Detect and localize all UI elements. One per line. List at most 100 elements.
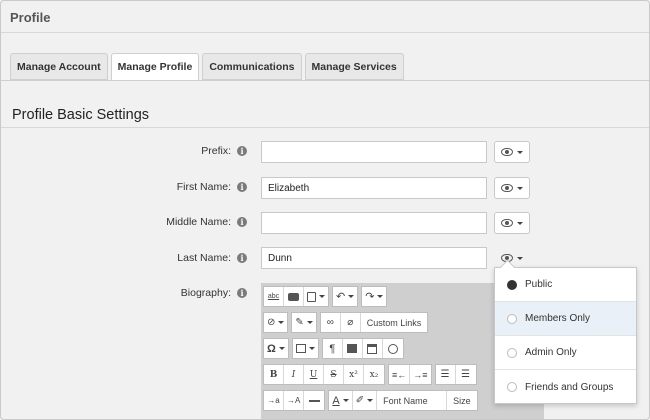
indent-icon: →≡ — [413, 369, 428, 380]
bulleted-list-button[interactable]: ☰ — [456, 365, 476, 384]
highlight-button[interactable]: ✐ — [353, 391, 378, 410]
horizontal-rule-icon — [308, 399, 320, 402]
visibility-option-public[interactable]: Public — [495, 268, 636, 302]
tab-manage-profile[interactable]: Manage Profile — [110, 53, 200, 81]
numbered-list-button[interactable]: ☰ — [436, 365, 456, 384]
first-name-label: First Name: — [176, 181, 231, 193]
prefix-label: Prefix: — [201, 145, 231, 157]
table-button[interactable] — [293, 339, 318, 358]
toolbar-row: Ω ¶ — [263, 338, 404, 359]
option-label: Public — [525, 279, 553, 290]
outdent-button[interactable]: ≡← — [389, 365, 411, 384]
page-title: Profile — [10, 10, 51, 25]
redo-button[interactable]: ↷ — [362, 287, 386, 306]
link-icon: ∞ — [326, 317, 334, 328]
visibility-option-admin-only[interactable]: Admin Only — [495, 336, 636, 370]
pilcrow-button[interactable]: ¶ — [323, 339, 343, 358]
caret-down-icon — [377, 295, 384, 298]
caret-down-icon — [319, 295, 325, 298]
calendar-icon — [367, 343, 378, 354]
indent-small-button[interactable]: →a — [264, 391, 284, 410]
option-label: Members Only — [525, 313, 591, 324]
divider — [1, 127, 649, 128]
radio-icon — [507, 313, 517, 324]
paste-button[interactable] — [304, 287, 328, 306]
underline-button[interactable]: U — [304, 365, 324, 384]
time-button[interactable] — [383, 339, 403, 358]
date-button[interactable] — [363, 339, 383, 358]
prefix-input[interactable] — [261, 141, 487, 163]
info-icon[interactable]: i — [237, 217, 247, 227]
numbered-list-icon: ☰ — [440, 369, 450, 380]
spellcheck-icon: abc — [267, 293, 280, 300]
omega-icon: Ω — [267, 342, 276, 355]
custom-links-button[interactable]: Custom Links — [361, 313, 428, 332]
indent-button[interactable]: →≡ — [410, 365, 430, 384]
font-name-select[interactable]: Font Name — [377, 391, 448, 410]
toolbar-row: ⊘ ✎ ∞ ⌀ Custom Links — [263, 312, 429, 333]
tab-manage-services[interactable]: Manage Services — [304, 53, 404, 80]
font-size-select[interactable]: Size — [447, 391, 477, 410]
toolbar-group: ∞ ⌀ Custom Links — [319, 312, 429, 333]
font-color-button[interactable]: A — [329, 391, 353, 410]
tab-communications[interactable]: Communications — [202, 53, 302, 80]
info-icon[interactable]: i — [237, 288, 247, 298]
edit-icon: ✎ — [295, 317, 304, 328]
edit-button[interactable]: ✎ — [292, 313, 315, 332]
toolbar-group: ✎ — [291, 312, 317, 333]
superscript-button[interactable]: x² — [344, 365, 364, 384]
toolbar-group: ¶ — [321, 338, 404, 359]
indent-large-icon: →A — [287, 396, 301, 405]
toolbar-group: B I U S x² x₂ — [263, 364, 385, 385]
info-icon[interactable]: i — [237, 253, 247, 263]
toolbar-group: abc — [263, 286, 329, 307]
toolbar-group: ↶ — [332, 286, 359, 307]
middle-name-visibility-button[interactable] — [494, 212, 530, 234]
divider — [1, 80, 649, 81]
image-button[interactable] — [343, 339, 363, 358]
radio-icon — [507, 382, 517, 392]
find-button[interactable] — [284, 287, 304, 306]
caret-down-icon — [342, 399, 349, 402]
undo-icon: ↶ — [336, 291, 346, 303]
italic-button[interactable]: I — [284, 365, 304, 384]
info-icon[interactable]: i — [237, 182, 247, 192]
special-character-button[interactable]: Ω — [264, 339, 288, 358]
italic-icon: I — [291, 369, 296, 380]
visibility-option-friends-and-groups[interactable]: Friends and Groups — [495, 370, 636, 404]
last-name-label: Last Name: — [177, 252, 231, 264]
toolbar-group: ☰ ☰ — [434, 364, 477, 385]
attach-button[interactable]: ⊘ — [264, 313, 287, 332]
spellcheck-button[interactable]: abc — [264, 287, 284, 306]
clipboard-icon — [307, 291, 316, 302]
redo-icon: ↷ — [365, 291, 375, 303]
first-name-input[interactable] — [261, 177, 487, 199]
toolbar-row: B I U S x² x₂ ≡← →≡ ☰ ☰ — [263, 364, 477, 385]
link-button[interactable]: ∞ — [321, 313, 341, 332]
outdent-icon: ≡← — [392, 369, 407, 380]
last-name-input[interactable] — [261, 247, 487, 269]
unlink-button[interactable]: ⌀ — [341, 313, 361, 332]
caret-down-icon — [348, 295, 355, 298]
superscript-icon: x² — [349, 369, 358, 380]
tab-manage-account[interactable]: Manage Account — [10, 53, 108, 80]
subscript-button[interactable]: x₂ — [364, 365, 384, 384]
highlighter-icon: ✐ — [355, 395, 365, 406]
strikethrough-button[interactable]: S — [324, 365, 344, 384]
undo-button[interactable]: ↶ — [333, 287, 357, 306]
toolbar-group: ↷ — [361, 286, 388, 307]
visibility-option-members-only[interactable]: Members Only — [495, 302, 636, 336]
toolbar-group — [291, 338, 319, 359]
first-name-visibility-button[interactable] — [494, 177, 530, 199]
info-icon[interactable]: i — [237, 146, 247, 156]
option-label: Friends and Groups — [525, 381, 614, 393]
profile-panel: Profile Manage Account Manage Profile Co… — [0, 0, 650, 420]
strikethrough-icon: S — [330, 369, 337, 380]
bold-button[interactable]: B — [264, 365, 284, 384]
option-label: Admin Only — [525, 347, 577, 358]
middle-name-input[interactable] — [261, 212, 487, 234]
horizontal-rule-button[interactable] — [304, 391, 324, 410]
indent-large-button[interactable]: →A — [284, 391, 305, 410]
prefix-visibility-button[interactable] — [494, 141, 530, 163]
biography-label: Biography: — [180, 287, 231, 299]
